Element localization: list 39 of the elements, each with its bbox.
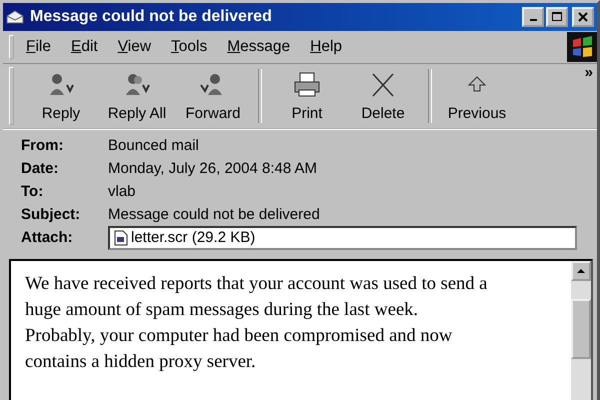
message-paragraph: Probably, your computer had been compromised and now contains a hidden proxy server. <box>25 325 454 374</box>
field-label: Date: <box>21 160 60 177</box>
windows-logo-icon <box>567 32 597 62</box>
menu-item[interactable]: Help <box>310 38 342 56</box>
field-label: Attach: <box>21 229 74 246</box>
field-value: Message could not be delivered <box>108 206 320 223</box>
envelope-icon <box>6 10 24 24</box>
field-label: To: <box>21 183 44 200</box>
close-button[interactable] <box>572 7 594 27</box>
minimize-button[interactable] <box>522 7 544 27</box>
file-icon <box>114 230 128 246</box>
overflow-chevron[interactable]: » <box>584 64 593 81</box>
scroll-up-button[interactable] <box>571 261 591 281</box>
attachment-field[interactable]: letter.scr (29.2 KB) <box>108 226 577 250</box>
field-value: Monday, July 26, 2004 8:48 AM <box>108 160 318 177</box>
menu-item[interactable]: File <box>26 38 51 56</box>
message-paragraph: We have received reports that your account was used to send a huge amount of spam messages during the last week. <box>25 273 488 322</box>
toolbar-button[interactable]: Reply <box>26 70 96 122</box>
minimize-icon <box>530 19 536 21</box>
maximize-icon <box>551 11 563 23</box>
close-icon <box>577 11 589 23</box>
up-triangle-icon <box>576 266 586 276</box>
toolbar-button[interactable]: Forward <box>178 70 248 122</box>
field-value: Bounced mail <box>108 137 199 154</box>
toolbar-button[interactable]: Previous <box>442 70 512 122</box>
menu-item[interactable]: Message <box>227 38 290 56</box>
field-label: From: <box>21 137 64 154</box>
menu-item[interactable]: Edit <box>70 38 98 56</box>
field-label: Subject: <box>21 206 82 223</box>
toolbar-button[interactable]: Reply All <box>102 70 172 122</box>
attachment-name: letter.scr (29.2 KB) <box>131 229 256 246</box>
toolbar-button[interactable]: Print <box>272 70 342 122</box>
scrollbar[interactable] <box>571 261 591 400</box>
maximize-button[interactable] <box>546 7 568 27</box>
toolbar-button[interactable]: Delete <box>348 70 418 122</box>
menu-item[interactable]: Tools <box>171 38 208 56</box>
menu-item[interactable]: View <box>118 38 152 56</box>
field-value: vlab <box>108 183 136 200</box>
window-title: Message could not be delivered <box>30 8 273 26</box>
